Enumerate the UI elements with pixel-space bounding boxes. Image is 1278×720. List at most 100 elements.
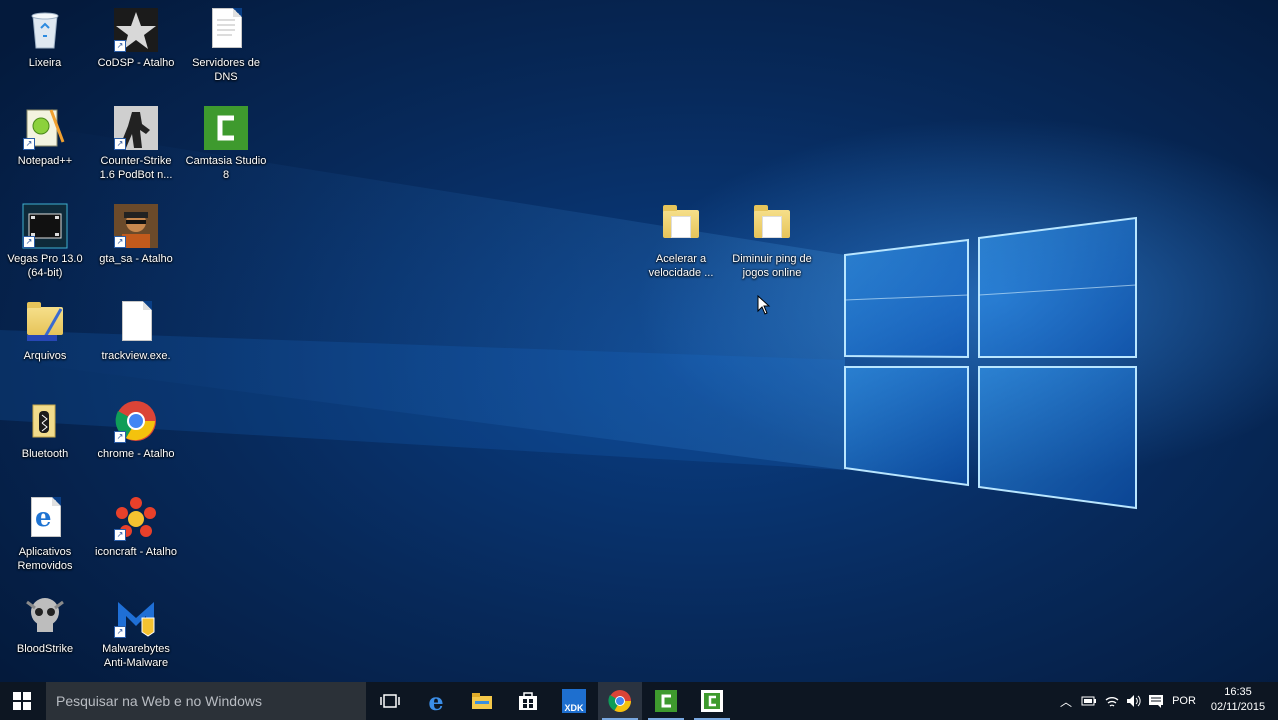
shortcut-arrow-icon: ↗ (23, 236, 35, 248)
desktop-icon-label: BloodStrike (16, 643, 74, 655)
windows-logo-light (0, 120, 1137, 510)
search-input[interactable]: Pesquisar na Web e no Windows (46, 682, 366, 720)
desktop-icon-arquivos[interactable]: Arquivos (3, 299, 87, 363)
wifi-icon (1105, 697, 1119, 707)
recycle-bin-icon (21, 6, 69, 54)
desktop-icon-servidores-dns[interactable]: Servidores de DNS (184, 6, 268, 84)
desktop-icon-label: Arquivos (23, 350, 67, 362)
shortcut-arrow-icon: ↗ (114, 529, 126, 541)
store-icon (519, 692, 537, 710)
vegas-pro-icon: ↗ (21, 202, 69, 250)
desktop-icon-label: Diminuir ping de jogos online (732, 253, 812, 279)
desktop-icon-aplicativos-removidos[interactable]: e Aplicativos Removidos (3, 495, 87, 573)
show-hidden-icons-button[interactable]: ︿ (1056, 682, 1076, 720)
desktop-icon-label: trackview.exe. (101, 350, 171, 362)
desktop-icon-chrome[interactable]: ↗ chrome - Atalho (94, 397, 178, 461)
camtasia-recorder-taskbar-button[interactable] (690, 682, 734, 720)
camtasia-icon (202, 104, 250, 152)
notepad-plus-plus-icon: ↗ (21, 104, 69, 152)
desktop-icon-malwarebytes[interactable]: ↗ Malwarebytes Anti-Malware (94, 592, 178, 670)
windows-start-icon (13, 692, 31, 710)
desktop-icon-bloodstrike[interactable]: BloodStrike (3, 592, 87, 656)
chrome-taskbar-button[interactable] (598, 682, 642, 720)
desktop-icon-acelerar-velocidade[interactable]: Acelerar a velocidade ... (639, 202, 723, 280)
desktop-icon-label: Aplicativos Removidos (17, 546, 73, 572)
desktop-icon-bluetooth[interactable]: Bluetooth (3, 397, 87, 461)
shortcut-arrow-icon: ↗ (114, 236, 126, 248)
chrome-icon: ↗ (112, 397, 160, 445)
camtasia-icon (655, 690, 677, 712)
battery-icon (1081, 696, 1096, 706)
input-language-button[interactable]: POR (1169, 682, 1199, 720)
text-document-icon (202, 6, 250, 54)
clock-time: 16:35 (1224, 686, 1252, 698)
edge-taskbar-button[interactable]: e (414, 682, 458, 720)
shortcut-arrow-icon: ↗ (114, 626, 126, 638)
desktop-icon-label: CoDSP - Atalho (97, 57, 175, 69)
action-center-button[interactable] (1145, 682, 1167, 720)
desktop-icon-codsp[interactable]: ↗ CoDSP - Atalho (94, 6, 178, 70)
shortcut-arrow-icon: ↗ (114, 431, 126, 443)
network-tray-button[interactable] (1101, 682, 1123, 720)
camtasia-taskbar-button[interactable] (644, 682, 688, 720)
speaker-icon (1127, 695, 1141, 707)
folder-icon (657, 202, 705, 250)
shortcut-arrow-icon: ↗ (114, 40, 126, 52)
edge-html-file-icon: e (21, 495, 69, 543)
counter-strike-icon: ↗ (112, 104, 160, 152)
desktop-icon-trackview[interactable]: trackview.exe. (94, 299, 178, 363)
desktop-icon-notepad-plus-plus[interactable]: ↗ Notepad++ (3, 104, 87, 168)
camtasia-recorder-icon (701, 690, 723, 712)
intel-xdk-taskbar-button[interactable]: XDK (552, 682, 596, 720)
malwarebytes-icon: ↗ (112, 592, 160, 640)
shortcut-arrow-icon: ↗ (23, 138, 35, 150)
taskbar: Pesquisar na Web e no Windows e XDK ︿ PO… (0, 682, 1278, 720)
edge-icon: e (428, 686, 444, 716)
desktop-icon-label: Camtasia Studio 8 (185, 155, 267, 181)
mouse-cursor-icon (757, 294, 771, 320)
desktop-icon-label: Malwarebytes Anti-Malware (102, 643, 170, 669)
intel-xdk-icon: XDK (562, 689, 586, 713)
desktop-icon-label: Bluetooth (21, 448, 69, 460)
desktop-icon-camtasia-studio[interactable]: Camtasia Studio 8 (184, 104, 268, 182)
desktop-icon-label: Counter-Strike 1.6 PodBot n... (99, 155, 173, 181)
star-icon: ↗ (112, 6, 160, 54)
gta-sa-icon: ↗ (112, 202, 160, 250)
store-taskbar-button[interactable] (506, 682, 550, 720)
desktop-icon-gta-sa[interactable]: ↗ gta_sa - Atalho (94, 202, 178, 266)
notification-icon (1149, 695, 1163, 708)
clock-button[interactable]: 16:35 02/11/2015 (1200, 685, 1276, 715)
start-button[interactable] (0, 682, 44, 720)
folder-icon (748, 202, 796, 250)
clock-date: 02/11/2015 (1210, 701, 1266, 713)
desktop-icon-label: chrome - Atalho (97, 448, 175, 460)
folder-icon (21, 299, 69, 347)
chevron-up-icon: ︿ (1059, 694, 1072, 709)
desktop-icon-vegas-pro[interactable]: ↗ Vegas Pro 13.0 (64-bit) (3, 202, 87, 280)
volume-tray-button[interactable] (1123, 682, 1145, 720)
bluetooth-folder-icon (21, 397, 69, 445)
desktop-icon-label: Acelerar a velocidade ... (648, 253, 714, 279)
desktop-icon-label: Servidores de DNS (192, 57, 260, 83)
desktop-icon-label: Notepad++ (17, 155, 73, 167)
task-view-icon (380, 694, 400, 708)
desktop-icon-counter-strike[interactable]: ↗ Counter-Strike 1.6 PodBot n... (94, 104, 178, 182)
shortcut-arrow-icon: ↗ (114, 138, 126, 150)
desktop-icon-iconcraft[interactable]: ↗ iconcraft - Atalho (94, 495, 178, 559)
battery-tray-button[interactable] (1078, 682, 1100, 720)
desktop-icon-lixeira[interactable]: Lixeira (3, 6, 87, 70)
desktop-icon-label: iconcraft - Atalho (95, 546, 177, 558)
search-placeholder: Pesquisar na Web e no Windows (56, 693, 262, 709)
language-indicator: POR (1172, 695, 1196, 707)
desktop-icon-label: gta_sa - Atalho (99, 253, 173, 265)
intel-xdk-label: XDK (564, 703, 584, 713)
file-explorer-taskbar-button[interactable] (460, 682, 504, 720)
blank-file-icon (112, 299, 160, 347)
desktop-icon-label: Vegas Pro 13.0 (64-bit) (7, 253, 83, 279)
desktop-icon-diminuir-ping[interactable]: Diminuir ping de jogos online (730, 202, 814, 280)
desktop-icon-label: Lixeira (28, 57, 62, 69)
skull-icon (21, 592, 69, 640)
file-explorer-icon (472, 693, 492, 709)
desktop-wallpaper (0, 0, 1278, 682)
task-view-button[interactable] (368, 682, 412, 720)
